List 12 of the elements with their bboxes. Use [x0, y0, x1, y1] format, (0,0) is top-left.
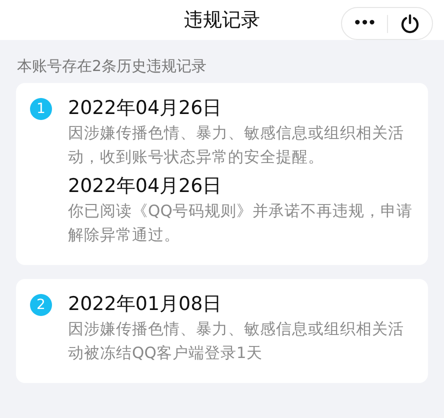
record-date: 2022年04月26日 [68, 96, 223, 121]
number-badge: 2 [30, 294, 52, 316]
number-badge: 1 [30, 98, 52, 120]
record-date: 2022年01月08日 [68, 292, 223, 317]
more-button[interactable]: ••• [342, 14, 386, 34]
record-description: 你已阅读《QQ号码规则》并承诺不再违规，申请解除异常通过。 [68, 201, 414, 246]
power-icon [400, 14, 420, 34]
summary-text: 本账号存在2条历史违规记录 [16, 56, 208, 75]
record-description: 因涉嫌传播色情、暴力、敏感信息或组织相关活动，收到账号状态异常的安全提醒。 [68, 123, 405, 168]
record-date: 2022年04月26日 [68, 174, 223, 199]
record-description: 因涉嫌传播色情、暴力、敏感信息或组织相关活动被冻结QQ客户端登录1天 [68, 319, 405, 364]
page-title: 违规记录 [184, 10, 260, 30]
